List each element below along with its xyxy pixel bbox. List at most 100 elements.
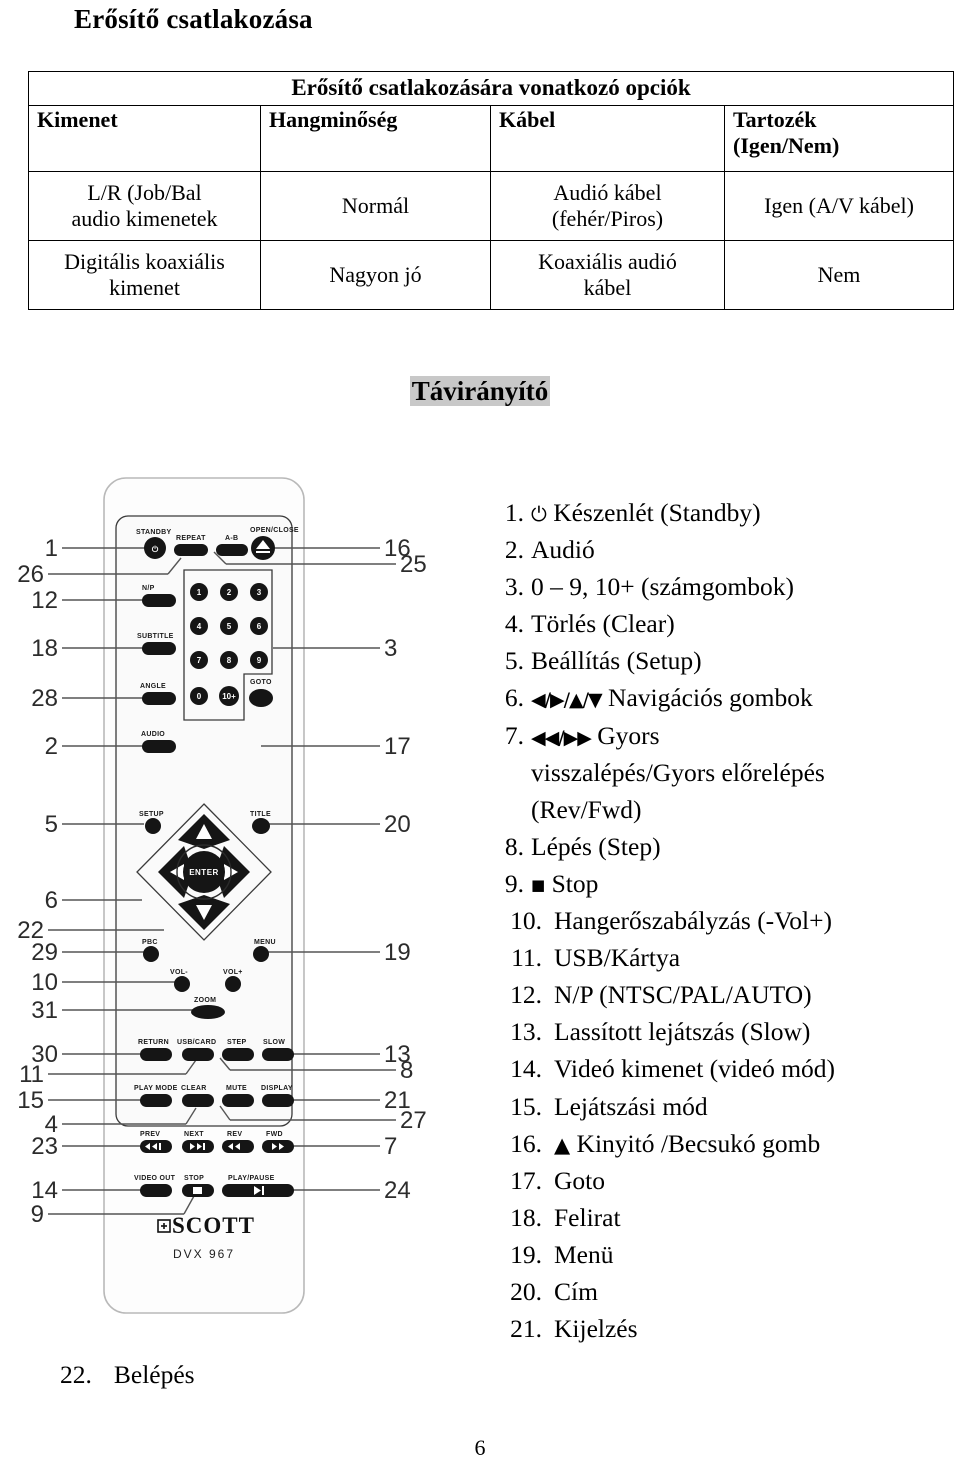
column-header-hangminoseg: Hangminőség (260, 105, 491, 172)
btn-label-stop: STOP (184, 1175, 204, 1182)
legend-text: ⏻ Készenlét (Standby) (531, 494, 945, 531)
remote-section-heading: Távirányító (0, 376, 960, 407)
legend-label: Készenlét (Standby) (553, 498, 761, 527)
cell-kabel-row1-line2: (fehér/Piros) (551, 206, 664, 231)
legend-num: 13. (510, 1017, 542, 1047)
svg-text:1: 1 (45, 535, 58, 562)
legend-label: Lépés (Step) (531, 831, 661, 861)
svg-text:26: 26 (18, 561, 44, 588)
btn-label-goto: GOTO (250, 679, 272, 686)
btn-label-fwd: FWD (266, 1131, 283, 1138)
remote-brand-label: SCOTT (172, 1213, 255, 1238)
fast-arrows-icon: ◀◀/▶▶ (531, 726, 592, 749)
btn-label-audio: AUDIO (141, 731, 165, 738)
svg-text:8: 8 (400, 1057, 413, 1084)
legend-num: 11. (511, 943, 542, 973)
list-item: 21. Kijelzés (490, 1310, 945, 1347)
power-icon: ⏻ (531, 502, 547, 526)
svg-text:7: 7 (197, 656, 202, 665)
btn-label-ab: A-B (225, 535, 238, 542)
svg-text:1: 1 (197, 588, 202, 597)
svg-text:5: 5 (227, 622, 232, 631)
svg-text:2: 2 (227, 588, 232, 597)
stop-square-icon: ■ (531, 875, 546, 894)
svg-text:3: 3 (257, 588, 262, 597)
legend-num: 10. (510, 906, 542, 936)
legend-item-22: 22. Belépés (60, 1360, 195, 1390)
btn-label-next: NEXT (184, 1131, 204, 1138)
legend-num: 1. (504, 498, 524, 527)
svg-text:8: 8 (227, 656, 232, 665)
legend-label: Kijelzés (554, 1314, 638, 1344)
list-item: 18. Felirat (490, 1199, 945, 1236)
btn-label-usbcard: USB/CARD (177, 1039, 216, 1046)
cell-kimenet-row1-line1: L/R (Job/Bal (87, 180, 202, 206)
column-header-hangminoseg-line1: Hangminőség (269, 107, 398, 132)
btn-label-openclose: OPEN/CLOSE (250, 527, 299, 534)
legend-label: Audió (531, 535, 595, 565)
list-item: 8. Lépés (Step) (490, 828, 945, 865)
legend-label: N/P (NTSC/PAL/AUTO) (554, 980, 812, 1010)
btn-label-slow: SLOW (263, 1039, 285, 1046)
legend-label: 0 – 9, 10+ (számgombok) (531, 572, 794, 602)
btn-label-title: TITLE (250, 811, 271, 818)
legend-num: 20. (510, 1276, 542, 1306)
legend-num: 6. (504, 683, 524, 713)
svg-text:27: 27 (400, 1107, 427, 1134)
svg-text:3: 3 (384, 635, 397, 662)
svg-text:12: 12 (31, 587, 58, 614)
list-item: 10. Hangerőszabályzás (-Vol+) (490, 902, 945, 939)
list-item: 11. USB/Kártya (490, 939, 945, 976)
svg-text:0: 0 (197, 692, 202, 701)
legend-label: Videó kimenet (videó mód) (554, 1054, 836, 1084)
legend-num: 3. (504, 572, 524, 602)
legend-num: 2. (504, 535, 524, 565)
legend-num: 8. (504, 831, 524, 861)
list-item: 13. Lassított lejátszás (Slow) (490, 1013, 945, 1050)
legend-num: 7. (504, 720, 524, 750)
cell-kabel-row2-line1: Koaxiális audió (538, 249, 677, 275)
btn-label-playpause: PLAY/PAUSE (228, 1175, 275, 1182)
legend-num: 16. (510, 1128, 542, 1158)
btn-label-mute: MUTE (226, 1085, 247, 1092)
legend-label: Kinyitó /Becsukó gomb (576, 1128, 821, 1158)
table-row: Digitális koaxiális kimenet Nagyon jó Ko… (28, 240, 954, 310)
table-span-header-row: Erősítő csatlakozására vonatkozó opciók (28, 71, 954, 106)
list-item: 7. ◀◀/▶▶ Gyors visszalépés/Gyors előrelép… (490, 717, 945, 828)
svg-text:9: 9 (31, 1201, 44, 1228)
legend-num: 9. (504, 868, 524, 898)
cell-kabel-row2-line2: kábel (583, 275, 632, 300)
legend-label: Hangerőszabályzás (-Vol+) (554, 906, 833, 936)
cell-kimenet-row2-line2: kimenet (109, 275, 180, 300)
svg-text:10: 10 (31, 969, 58, 996)
legend-text: ◀/▶/▲/▼ Navigációs gombok (531, 679, 945, 716)
legend-label: Felirat (554, 1202, 621, 1232)
svg-text:23: 23 (31, 1133, 58, 1160)
btn-label-step: STEP (227, 1039, 247, 1046)
btn-label-videoout: VIDEO OUT (134, 1175, 176, 1182)
svg-text:18: 18 (31, 635, 58, 662)
legend-num: 5. (504, 646, 524, 676)
cell-hangminoseg-row1: Normál (260, 171, 491, 241)
legend-label: Belépés (113, 1360, 195, 1389)
column-header-kimenet-line1: Kimenet (37, 107, 118, 132)
svg-text:4: 4 (197, 622, 202, 631)
cell-kimenet-row2: Digitális koaxiális kimenet (28, 240, 261, 310)
cell-hangminoseg-row2: Nagyon jó (260, 240, 491, 310)
svg-text:6: 6 (45, 887, 58, 914)
svg-text:⏻: ⏻ (152, 545, 159, 554)
cell-kabel-row2: Koaxiális audió kábel (490, 240, 725, 310)
list-item: 6. ◀/▶/▲/▼ Navigációs gombok (490, 679, 945, 716)
legend-label: Lassított lejátszás (Slow) (554, 1017, 811, 1047)
btn-label-pbc: PBC (142, 939, 158, 946)
legend-label: Beállítás (Setup) (531, 646, 702, 676)
btn-label-vol-plus: VOL+ (223, 969, 243, 976)
legend-num: 12. (510, 980, 542, 1010)
column-header-tartozek: Tartozék (Igen/Nem) (724, 105, 954, 172)
legend-num: 15. (510, 1091, 542, 1121)
btn-label-vol-minus: VOL- (170, 969, 188, 976)
legend-num: 19. (510, 1239, 542, 1269)
list-item: 20. Cím (490, 1273, 945, 1310)
svg-text:9: 9 (257, 656, 262, 665)
legend-label: Goto (554, 1165, 605, 1195)
